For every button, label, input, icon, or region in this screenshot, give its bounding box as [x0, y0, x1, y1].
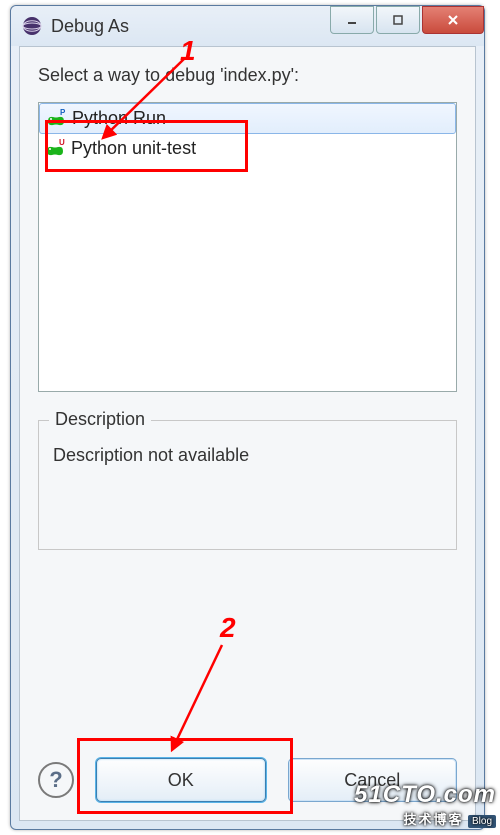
list-item-label: Python Run: [72, 108, 166, 129]
watermark-sub: 技术博客: [404, 812, 464, 827]
description-text: Description not available: [53, 445, 442, 466]
dialog-client-area: Select a way to debug 'index.py': P Pyth…: [19, 46, 476, 821]
ok-button[interactable]: OK: [96, 758, 266, 802]
svg-text:P: P: [60, 109, 66, 117]
python-unittest-icon: U: [45, 139, 65, 159]
dialog-window: Debug As Select a way to debug 'index.py…: [10, 5, 485, 830]
maximize-icon: [392, 14, 404, 26]
window-title: Debug As: [51, 16, 322, 37]
minimize-icon: [346, 14, 358, 26]
list-item-python-unittest[interactable]: U Python unit-test: [39, 134, 456, 163]
list-item-python-run[interactable]: P Python Run: [39, 103, 456, 134]
close-button[interactable]: [422, 6, 484, 34]
watermark-main: 51CTO.com: [354, 781, 496, 809]
help-button[interactable]: ?: [38, 762, 74, 798]
help-icon: ?: [49, 767, 62, 793]
minimize-button[interactable]: [330, 6, 374, 34]
titlebar[interactable]: Debug As: [11, 6, 484, 46]
launch-config-list[interactable]: P Python Run U Python unit-test: [38, 102, 457, 392]
python-run-icon: P: [46, 109, 66, 129]
annotation-label-2: 2: [220, 612, 236, 644]
dialog-prompt: Select a way to debug 'index.py':: [38, 65, 457, 86]
ok-label: OK: [168, 770, 194, 791]
watermark-tag: Blog: [468, 815, 496, 828]
annotation-label-1: 1: [180, 35, 196, 67]
svg-text:U: U: [59, 139, 65, 147]
close-icon: [446, 13, 460, 27]
watermark: 51CTO.com 技术博客 Blog: [354, 781, 496, 829]
window-controls: [330, 6, 484, 46]
description-group: Description Description not available: [38, 420, 457, 550]
eclipse-icon: [21, 15, 43, 37]
list-item-label: Python unit-test: [71, 138, 196, 159]
description-legend: Description: [49, 409, 151, 430]
maximize-button[interactable]: [376, 6, 420, 34]
